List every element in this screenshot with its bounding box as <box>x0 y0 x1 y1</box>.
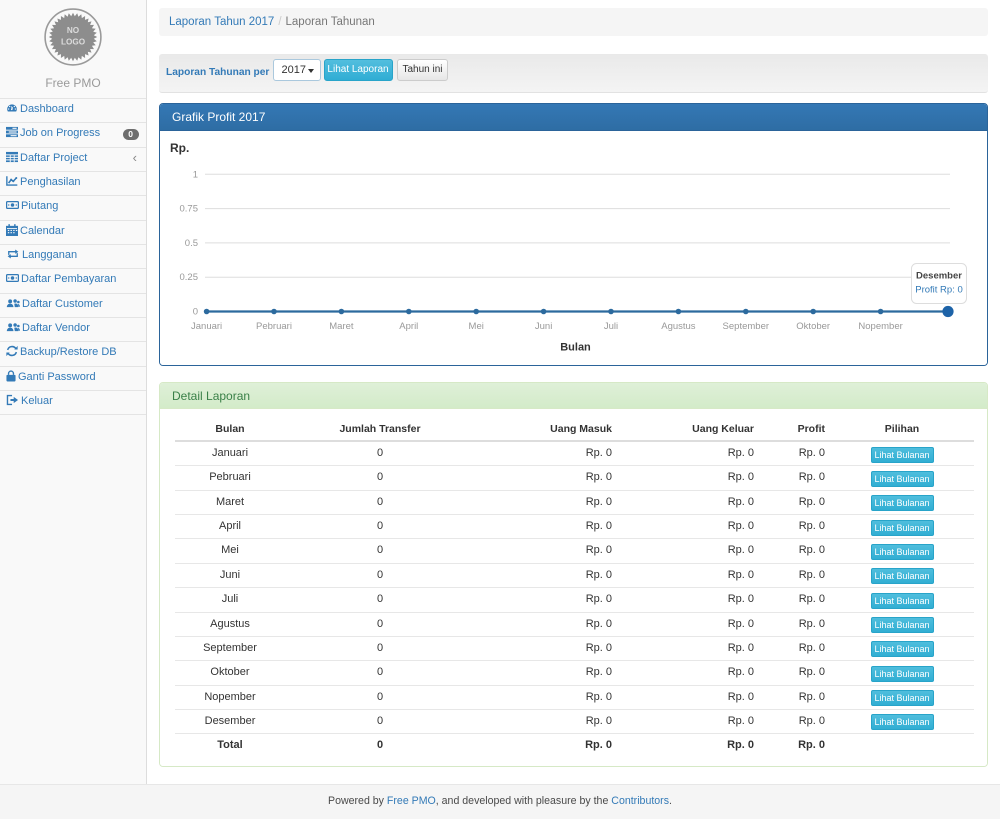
svg-text:0.25: 0.25 <box>180 272 199 283</box>
svg-text:1: 1 <box>193 169 198 180</box>
svg-text:0.75: 0.75 <box>180 204 199 215</box>
svg-text:Oktober: Oktober <box>796 321 830 332</box>
svg-text:Maret: Maret <box>329 321 354 332</box>
svg-text:Agustus: Agustus <box>661 321 696 332</box>
svg-text:Profit Rp: 0: Profit Rp: 0 <box>915 285 963 296</box>
svg-text:Desember: Desember <box>916 271 962 282</box>
svg-text:Mei: Mei <box>469 321 484 332</box>
svg-text:Nopember: Nopember <box>858 321 902 332</box>
svg-text:Rp.: Rp. <box>170 141 189 155</box>
svg-text:LOGO: LOGO <box>61 37 86 46</box>
svg-text:Bulan: Bulan <box>560 342 591 354</box>
svg-text:April: April <box>399 321 418 332</box>
svg-text:Pebruari: Pebruari <box>256 321 292 332</box>
svg-text:NO: NO <box>67 26 80 35</box>
svg-text:Januari: Januari <box>191 321 222 332</box>
svg-text:0: 0 <box>193 307 198 318</box>
svg-text:September: September <box>723 321 769 332</box>
svg-text:Juli: Juli <box>604 321 618 332</box>
svg-text:0.5: 0.5 <box>185 238 198 249</box>
svg-text:Juni: Juni <box>535 321 552 332</box>
